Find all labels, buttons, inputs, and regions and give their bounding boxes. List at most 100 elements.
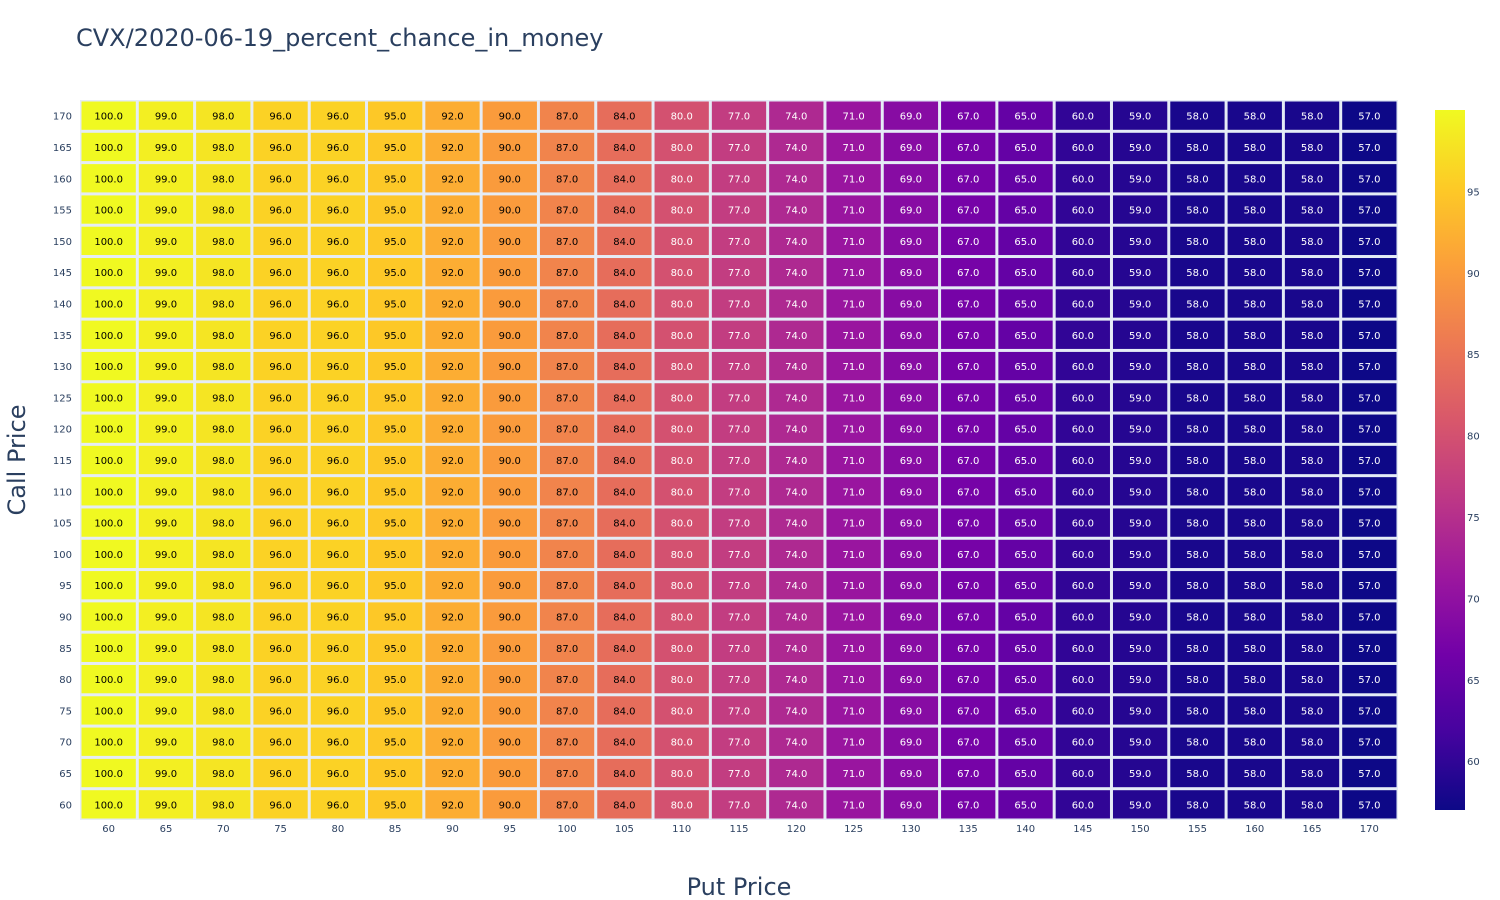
cell-value-label: 96.0 xyxy=(327,769,349,780)
y-tick-label: 140 xyxy=(53,299,72,310)
cell-value-label: 58.0 xyxy=(1186,581,1208,592)
cell-value-label: 98.0 xyxy=(212,738,234,749)
cell-value-label: 58.0 xyxy=(1186,331,1208,342)
cell-value-label: 69.0 xyxy=(900,487,922,498)
cell-value-label: 100.0 xyxy=(94,738,123,749)
cell-value-label: 84.0 xyxy=(613,456,635,467)
cell-value-label: 65.0 xyxy=(1014,112,1036,123)
cell-value-label: 59.0 xyxy=(1129,237,1151,248)
cell-value-label: 90.0 xyxy=(499,331,521,342)
cell-value-label: 80.0 xyxy=(671,112,693,123)
cell-value-label: 57.0 xyxy=(1358,425,1380,436)
y-tick-label: 115 xyxy=(53,456,72,467)
cell-value-label: 67.0 xyxy=(957,425,979,436)
cell-value-label: 95.0 xyxy=(384,268,406,279)
cell-value-label: 100.0 xyxy=(94,237,123,248)
cell-value-label: 95.0 xyxy=(384,675,406,686)
cell-value-label: 65.0 xyxy=(1014,550,1036,561)
cell-value-label: 69.0 xyxy=(900,800,922,811)
cell-value-label: 87.0 xyxy=(556,362,578,373)
cell-value-label: 87.0 xyxy=(556,174,578,185)
cell-value-label: 100.0 xyxy=(94,456,123,467)
cell-value-label: 92.0 xyxy=(441,331,463,342)
cell-value-label: 71.0 xyxy=(842,143,864,154)
cell-value-label: 58.0 xyxy=(1186,112,1208,123)
cell-value-label: 58.0 xyxy=(1244,644,1266,655)
x-tick-label: 80 xyxy=(332,824,345,835)
cell-value-label: 69.0 xyxy=(900,299,922,310)
cell-value-label: 77.0 xyxy=(728,550,750,561)
cell-value-label: 65.0 xyxy=(1014,456,1036,467)
cell-value-label: 80.0 xyxy=(671,487,693,498)
cell-value-label: 80.0 xyxy=(671,299,693,310)
cell-value-label: 95.0 xyxy=(384,393,406,404)
cell-value-label: 90.0 xyxy=(499,800,521,811)
cell-value-label: 96.0 xyxy=(327,738,349,749)
cell-value-label: 95.0 xyxy=(384,581,406,592)
x-tick-label: 125 xyxy=(844,824,863,835)
cell-value-label: 92.0 xyxy=(441,362,463,373)
cell-value-label: 58.0 xyxy=(1244,237,1266,248)
cell-value-label: 77.0 xyxy=(728,393,750,404)
x-tick-label: 160 xyxy=(1245,824,1264,835)
cell-value-label: 58.0 xyxy=(1244,613,1266,624)
cell-value-label: 71.0 xyxy=(842,393,864,404)
cell-value-label: 95.0 xyxy=(384,706,406,717)
cell-value-label: 74.0 xyxy=(785,706,807,717)
cell-value-label: 74.0 xyxy=(785,519,807,530)
cell-value-label: 95.0 xyxy=(384,613,406,624)
cell-value-label: 90.0 xyxy=(499,174,521,185)
x-tick-label: 140 xyxy=(1016,824,1035,835)
cell-value-label: 60.0 xyxy=(1072,237,1094,248)
cell-value-label: 58.0 xyxy=(1186,706,1208,717)
cell-value-label: 74.0 xyxy=(785,613,807,624)
cell-value-label: 57.0 xyxy=(1358,738,1380,749)
cell-value-label: 74.0 xyxy=(785,206,807,217)
cell-value-label: 69.0 xyxy=(900,143,922,154)
cell-value-label: 77.0 xyxy=(728,706,750,717)
cell-value-label: 58.0 xyxy=(1186,519,1208,530)
cell-value-label: 74.0 xyxy=(785,143,807,154)
y-tick-label: 65 xyxy=(59,769,72,780)
cell-value-label: 58.0 xyxy=(1186,487,1208,498)
cell-value-label: 71.0 xyxy=(842,206,864,217)
cell-value-label: 87.0 xyxy=(556,519,578,530)
cell-value-label: 67.0 xyxy=(957,174,979,185)
cell-value-label: 58.0 xyxy=(1301,613,1323,624)
cell-value-label: 58.0 xyxy=(1186,800,1208,811)
cell-value-label: 58.0 xyxy=(1301,299,1323,310)
cell-value-label: 69.0 xyxy=(900,425,922,436)
cell-value-label: 57.0 xyxy=(1358,675,1380,686)
cell-value-label: 74.0 xyxy=(785,425,807,436)
cell-value-label: 87.0 xyxy=(556,613,578,624)
cell-value-label: 80.0 xyxy=(671,425,693,436)
cell-value-label: 59.0 xyxy=(1129,550,1151,561)
cell-value-label: 77.0 xyxy=(728,268,750,279)
cell-value-label: 65.0 xyxy=(1014,800,1036,811)
cell-value-label: 92.0 xyxy=(441,706,463,717)
x-tick-label: 110 xyxy=(672,824,691,835)
cell-value-label: 98.0 xyxy=(212,206,234,217)
cell-value-label: 84.0 xyxy=(613,237,635,248)
cell-value-label: 57.0 xyxy=(1358,456,1380,467)
cell-value-label: 87.0 xyxy=(556,206,578,217)
cell-value-label: 98.0 xyxy=(212,644,234,655)
cell-value-label: 58.0 xyxy=(1186,769,1208,780)
cell-value-label: 67.0 xyxy=(957,206,979,217)
cell-value-label: 67.0 xyxy=(957,675,979,686)
cell-value-label: 99.0 xyxy=(155,581,177,592)
cell-value-label: 58.0 xyxy=(1244,487,1266,498)
cell-value-label: 100.0 xyxy=(94,675,123,686)
cell-value-label: 96.0 xyxy=(327,613,349,624)
cell-value-label: 60.0 xyxy=(1072,613,1094,624)
cell-value-label: 99.0 xyxy=(155,675,177,686)
cell-value-label: 58.0 xyxy=(1186,613,1208,624)
cell-value-label: 84.0 xyxy=(613,425,635,436)
cell-value-label: 90.0 xyxy=(499,769,521,780)
cell-value-label: 90.0 xyxy=(499,550,521,561)
cell-value-label: 77.0 xyxy=(728,112,750,123)
cell-value-label: 87.0 xyxy=(556,268,578,279)
cell-value-label: 59.0 xyxy=(1129,706,1151,717)
cell-value-label: 98.0 xyxy=(212,362,234,373)
colorbar-tick-label: 95 xyxy=(1467,187,1480,198)
